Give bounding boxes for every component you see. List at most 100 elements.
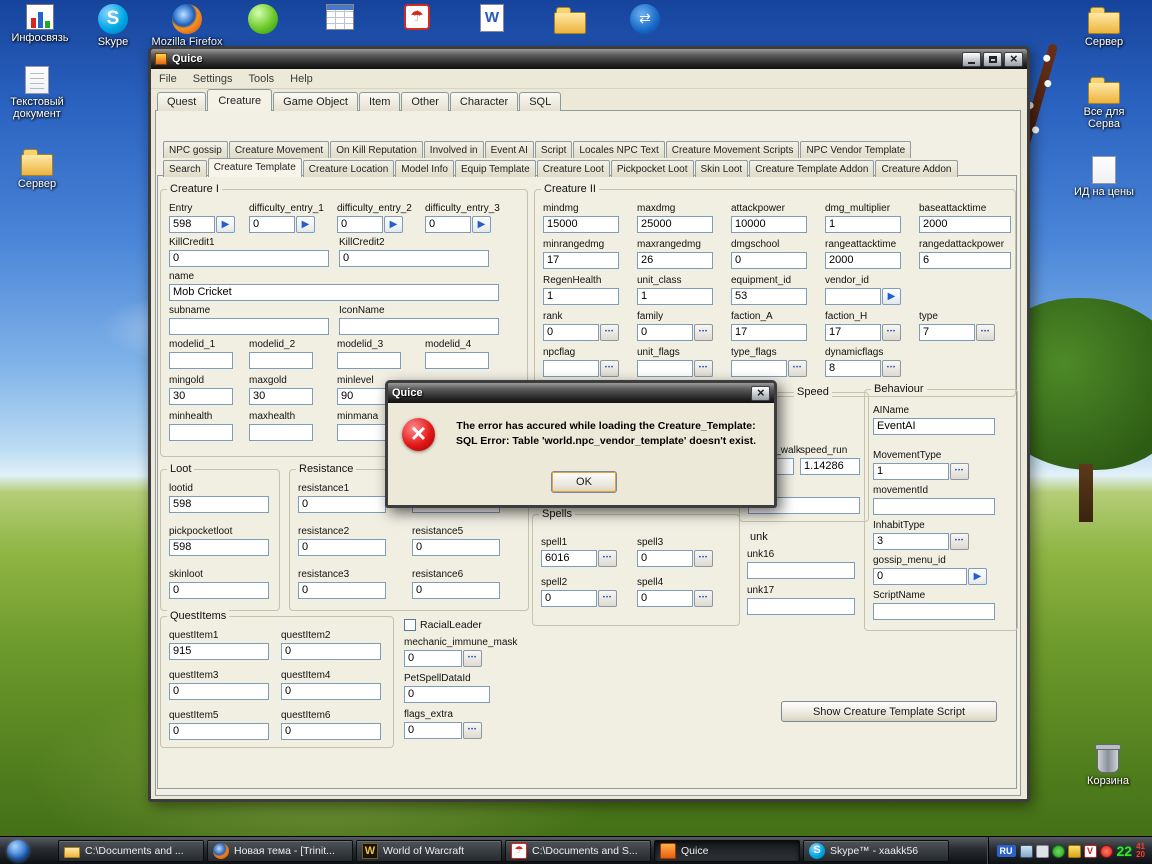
input-regenhealth[interactable]: 1	[543, 288, 619, 305]
input-difficulty-entry-3[interactable]: 0	[425, 216, 471, 233]
input-entry[interactable]: 598	[169, 216, 215, 233]
input-rangeattacktime[interactable]: 2000	[825, 252, 901, 269]
tab-sql[interactable]: SQL	[519, 92, 562, 111]
input-difficulty-entry-1[interactable]: 0	[249, 216, 295, 233]
input-rank[interactable]: 0	[543, 324, 599, 341]
menu-tools[interactable]: Tools	[248, 73, 274, 85]
input-questitem1[interactable]: 915	[169, 643, 269, 660]
subtab-script[interactable]: Script	[534, 141, 573, 158]
green-shield-icon[interactable]	[1051, 844, 1065, 858]
show-creature-template-script-button[interactable]: Show Creature Template Script	[781, 701, 997, 722]
language-indicator[interactable]: RU	[996, 845, 1016, 857]
taskbar-button-world-of-warcraft[interactable]: World of Warcraft	[356, 840, 502, 862]
ellipsis-button-spell2[interactable]	[598, 590, 617, 607]
subtab-on-kill-reputation[interactable]: On Kill Reputation	[330, 141, 423, 158]
input-flags-extra[interactable]: 0	[404, 722, 462, 739]
input-questitem2[interactable]: 0	[281, 643, 381, 660]
maximize-button[interactable]	[983, 51, 1002, 67]
volume-icon[interactable]	[1035, 844, 1049, 858]
taskbar-button-c-documents-and-s[interactable]: C:\Documents and S...	[505, 840, 651, 862]
input-ainame[interactable]: EventAI	[873, 418, 995, 435]
input-resistance6[interactable]: 0	[412, 582, 500, 599]
input-scriptname[interactable]	[873, 603, 995, 620]
desktop-icon-item-14[interactable]: Корзина	[1072, 744, 1144, 787]
ellipsis-button-faction-h[interactable]	[882, 324, 901, 341]
input-questitem4[interactable]: 0	[281, 683, 381, 700]
taskbar-button-trinit[interactable]: Новая тема - [Trinit...	[207, 840, 353, 862]
desktop-icon-item-10[interactable]: Сервер	[1, 146, 73, 190]
input-skinloot[interactable]: 0	[169, 582, 269, 599]
desktop-icon-folder-7[interactable]	[534, 4, 606, 36]
tab-creature[interactable]: Creature	[207, 89, 273, 111]
minimize-button[interactable]	[962, 51, 981, 67]
input-questitem5[interactable]: 0	[169, 723, 269, 740]
ellipsis-button-mechanic-immune-mask[interactable]	[463, 650, 482, 667]
desktop-icon-teamviewer-8[interactable]	[609, 4, 681, 36]
input-resistance3[interactable]: 0	[298, 582, 386, 599]
input-resistance5[interactable]: 0	[412, 539, 500, 556]
input-dmgschool[interactable]: 0	[731, 252, 807, 269]
ellipsis-button-rank[interactable]	[600, 324, 619, 341]
input-mindmg[interactable]: 15000	[543, 216, 619, 233]
desktop-icon-green-orb-3[interactable]	[227, 4, 299, 36]
input-minrangedmg[interactable]: 17	[543, 252, 619, 269]
subtab-pickpocket-loot[interactable]: Pickpocket Loot	[610, 160, 694, 177]
yellow-icon[interactable]	[1067, 844, 1081, 858]
subtab-equip-template[interactable]: Equip Template	[454, 160, 536, 177]
input-attackpower[interactable]: 10000	[731, 216, 807, 233]
input-spell1[interactable]: 6016	[541, 550, 597, 567]
desktop-icon-item-12[interactable]: Все для Серва	[1068, 74, 1140, 130]
input-iconname[interactable]	[339, 318, 499, 335]
input-family[interactable]: 0	[637, 324, 693, 341]
input-faction-h[interactable]: 17	[825, 324, 881, 341]
subtab-event-ai[interactable]: Event AI	[484, 141, 534, 158]
input-lootid[interactable]: 598	[169, 496, 269, 513]
input-questitem3[interactable]: 0	[169, 683, 269, 700]
input-movementtype[interactable]: 1	[873, 463, 949, 480]
dialog-close-button[interactable]	[751, 385, 770, 401]
desktop-icon-spreadsheet-4[interactable]	[304, 4, 376, 32]
menu-file[interactable]: File	[159, 73, 177, 85]
desktop-icon-avira-5[interactable]	[381, 4, 453, 32]
input-name[interactable]: Mob Cricket	[169, 284, 499, 301]
input-killcredit1[interactable]: 0	[169, 250, 329, 267]
subtab-skin-loot[interactable]: Skin Loot	[694, 160, 749, 177]
input-inhabittype[interactable]: 3	[873, 533, 949, 550]
subtab-involved-in[interactable]: Involved in	[423, 141, 484, 158]
tab-quest[interactable]: Quest	[157, 92, 207, 111]
input-unk16[interactable]	[747, 562, 855, 579]
subtab-npc-gossip[interactable]: NPC gossip	[163, 141, 228, 158]
ellipsis-button-spell4[interactable]	[694, 590, 713, 607]
ok-button[interactable]: OK	[551, 471, 617, 493]
desktop-icon-item-9[interactable]: Текстовый документ	[1, 66, 73, 120]
desktop-icon-mozilla-firefox-2[interactable]: Mozilla Firefox	[151, 4, 223, 48]
taskbar-button-skype-xaakk56[interactable]: Skype™ - xaakk56	[803, 840, 949, 862]
lookup-arrow-button-entry[interactable]	[216, 216, 235, 233]
input-minhealth[interactable]	[169, 424, 233, 441]
subtab-search[interactable]: Search	[163, 160, 207, 177]
ellipsis-button-type[interactable]	[976, 324, 995, 341]
tab-game-object[interactable]: Game Object	[273, 92, 358, 111]
start-button[interactable]	[7, 840, 29, 862]
input-mechanic-immune-mask[interactable]: 0	[404, 650, 462, 667]
input-dynamicflags[interactable]: 8	[825, 360, 881, 377]
input-speed-run[interactable]: 1.14286	[800, 458, 860, 475]
subtab-creature-location[interactable]: Creature Location	[302, 160, 395, 177]
input-baseattacktime[interactable]: 2000	[919, 216, 1011, 233]
ellipsis-button-spell3[interactable]	[694, 550, 713, 567]
menu-settings[interactable]: Settings	[193, 73, 233, 85]
ellipsis-button-npcflag[interactable]	[600, 360, 619, 377]
close-button[interactable]	[1004, 51, 1023, 67]
input-maxrangedmg[interactable]: 26	[637, 252, 713, 269]
subtab-model-info[interactable]: Model Info	[395, 160, 454, 177]
subtab-creature-movement-scripts[interactable]: Creature Movement Scripts	[665, 141, 800, 158]
lookup-arrow-button-difficulty-entry-2[interactable]	[384, 216, 403, 233]
lookup-arrow-button-difficulty-entry-3[interactable]	[472, 216, 491, 233]
subtab-creature-template-addon[interactable]: Creature Template Addon	[749, 160, 875, 177]
input-mingold[interactable]: 30	[169, 388, 233, 405]
input-unit-flags[interactable]	[637, 360, 693, 377]
desktop-icon-item-11[interactable]: Сервер	[1068, 4, 1140, 48]
input-spell3[interactable]: 0	[637, 550, 693, 567]
lookup-arrow-button-gossip-menu-id[interactable]	[968, 568, 987, 585]
input-movementid[interactable]	[873, 498, 995, 515]
